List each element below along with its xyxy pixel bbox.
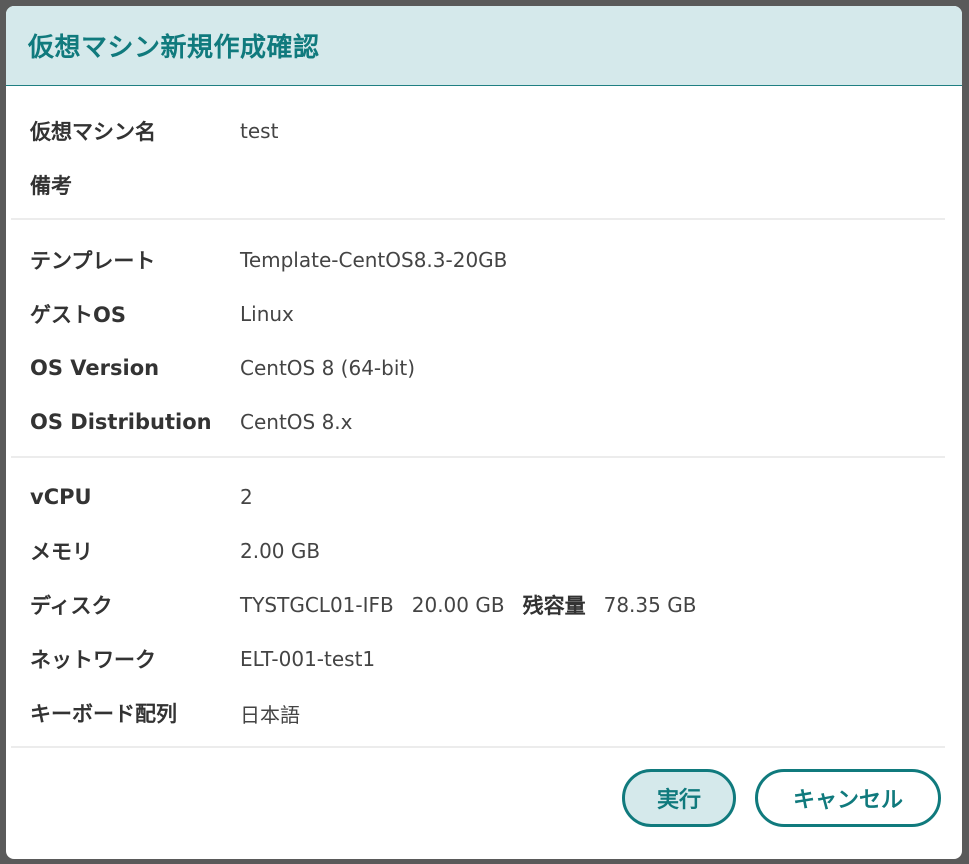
- guest-os-label: ゲストOS: [30, 303, 126, 327]
- vcpu-label: vCPU: [30, 485, 92, 509]
- os-distribution-label: OS Distribution: [30, 410, 212, 434]
- remaining-capacity-label: 残容量: [522, 594, 586, 618]
- vm-name-value: test: [240, 119, 279, 143]
- confirmation-dialog: 仮想マシン新規作成確認 仮想マシン名 test 備考 テンプレート Templa…: [6, 6, 962, 859]
- os-version-value: CentOS 8 (64-bit): [240, 356, 416, 380]
- dialog-title: 仮想マシン新規作成確認: [28, 33, 320, 63]
- os-version-row: OS Version CentOS 8 (64-bit): [30, 353, 415, 383]
- disk-size: 20.00 GB: [411, 593, 505, 617]
- dialog-header: 仮想マシン新規作成確認: [6, 6, 962, 86]
- guest-os-value: Linux: [240, 302, 294, 326]
- vcpu-row: vCPU 2: [30, 482, 253, 512]
- guest-os-row: ゲストOS Linux: [30, 299, 294, 329]
- section-divider: [11, 456, 945, 458]
- keyboard-row: キーボード配列 日本語: [30, 698, 300, 728]
- os-distribution-value: CentOS 8.x: [240, 410, 353, 434]
- keyboard-value: 日本語: [240, 702, 300, 727]
- cancel-button[interactable]: キャンセル: [755, 769, 941, 827]
- section-divider: [11, 746, 945, 748]
- network-row: ネットワーク ELT-001-test1: [30, 644, 375, 674]
- section-divider: [11, 218, 945, 220]
- network-label: ネットワーク: [30, 648, 156, 672]
- memory-label: メモリ: [30, 540, 93, 564]
- remaining-capacity-value: 78.35 GB: [603, 593, 697, 617]
- execute-button[interactable]: 実行: [622, 769, 736, 827]
- memory-row: メモリ 2.00 GB: [30, 536, 320, 566]
- os-distribution-row: OS Distribution CentOS 8.x: [30, 407, 353, 437]
- memory-value: 2.00 GB: [240, 539, 321, 563]
- keyboard-label: キーボード配列: [30, 702, 177, 726]
- note-label: 備考: [30, 174, 72, 198]
- template-label: テンプレート: [30, 249, 156, 273]
- template-row: テンプレート Template-CentOS8.3-20GB: [30, 245, 507, 275]
- disk-row: ディスク TYSTGCL01-IFB 20.00 GB 残容量 78.35 GB: [30, 590, 696, 620]
- vm-name-label: 仮想マシン名: [30, 120, 156, 144]
- disk-label: ディスク: [30, 594, 113, 618]
- os-version-label: OS Version: [30, 356, 160, 380]
- vm-name-row: 仮想マシン名 test: [30, 116, 278, 146]
- template-value: Template-CentOS8.3-20GB: [240, 248, 508, 272]
- vcpu-value: 2: [240, 485, 253, 509]
- disk-name: TYSTGCL01-IFB: [240, 593, 394, 617]
- note-row: 備考: [30, 170, 240, 200]
- network-value: ELT-001-test1: [240, 647, 376, 671]
